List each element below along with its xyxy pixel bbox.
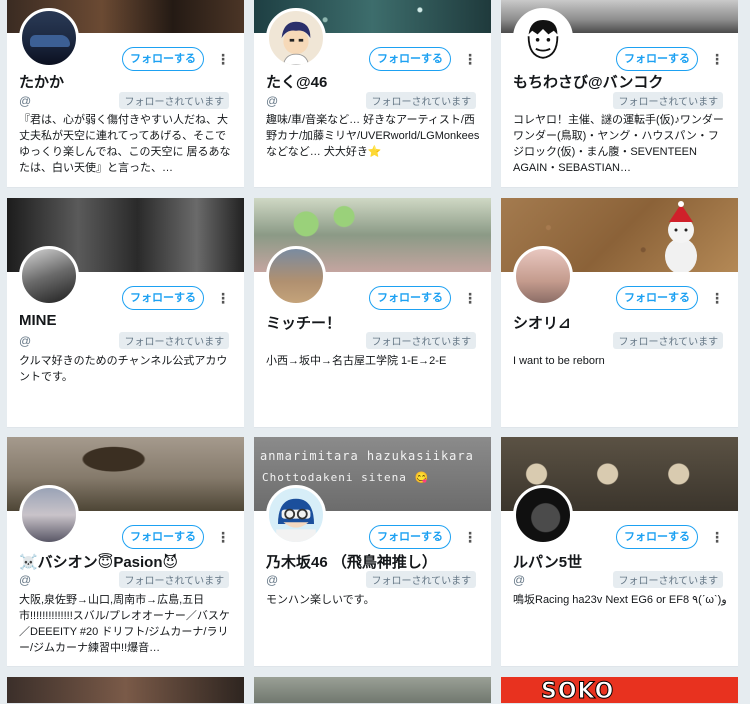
more-options-icon[interactable]: [710, 528, 718, 546]
user-card[interactable]: anmarimitara hazukasiikara Chottodakeni …: [254, 437, 491, 667]
bio: I want to be reborn: [513, 355, 605, 367]
display-name[interactable]: もちわさび@バンコク: [513, 71, 663, 92]
follows-you-badge: フォローされています: [119, 571, 230, 589]
more-options-icon[interactable]: [216, 50, 224, 68]
display-name[interactable]: たかか: [19, 71, 64, 92]
profile-avatar[interactable]: [266, 485, 326, 545]
display-name[interactable]: MINE: [19, 312, 57, 329]
bio: コレヤロ！主催、謎の運転手(仮)♪ワンダーワンダー(鳥取)・ヤング・ハウスパン・…: [513, 114, 724, 174]
banner-text: anmarimitara hazukasiikara: [260, 449, 474, 463]
doraemon-icon: [276, 498, 316, 542]
display-name[interactable]: ☠️バシオン😇Pasion😈: [19, 551, 178, 572]
follows-you-badge: フォローされています: [613, 571, 724, 589]
follows-you-badge: フォローされています: [119, 92, 230, 110]
profile-avatar[interactable]: [19, 485, 79, 545]
user-card[interactable]: フォローする もちわさび@バンコク フォローされています コレヤロ！主催、謎の運…: [501, 0, 738, 188]
face-drawing-icon: [527, 20, 559, 59]
more-options-icon[interactable]: [710, 289, 718, 307]
user-card[interactable]: フォローする シオリ⊿ フォローされています I want to be rebo…: [501, 198, 738, 428]
handle-row: フォローされています: [513, 332, 728, 350]
handle: @: [19, 572, 32, 587]
more-options-icon[interactable]: [216, 528, 224, 546]
profile-banner: [7, 677, 244, 703]
profile-banner: SOKO: [501, 677, 738, 704]
handle-row: @ フォローされています: [19, 571, 234, 589]
bio: 鳴坂Racing ha23v Next EG6 or EF8 ٩(ˊωˋ)و: [513, 594, 727, 606]
handle-row: @ フォローされています: [266, 571, 481, 589]
more-options-icon[interactable]: [463, 50, 471, 68]
profile-avatar[interactable]: [513, 246, 573, 306]
handle-row: フォローされています: [513, 92, 728, 110]
user-card[interactable]: フォローする ルパン5世 @ フォローされています 鳴坂Racing ha23v…: [501, 437, 738, 667]
anime-boy-icon: [281, 21, 311, 65]
user-card[interactable]: [7, 677, 244, 704]
display-name[interactable]: たく@46: [266, 71, 327, 92]
profile-avatar[interactable]: [266, 246, 326, 306]
handle-row: @ フォローされています: [19, 92, 234, 110]
follows-you-badge: フォローされています: [366, 92, 477, 110]
user-card[interactable]: SOKO: [501, 677, 738, 704]
follows-you-badge: フォローされています: [366, 332, 477, 350]
handle-row: フォローされています: [266, 332, 481, 350]
bio: 趣味/車/音楽など… 好きなアーティスト/西野カナ/加藤ミリヤ/UVERworl…: [266, 114, 480, 158]
handle-row: @ フォローされています: [19, 332, 234, 350]
handle-row: @ フォローされています: [513, 571, 728, 589]
user-card[interactable]: フォローする たく@46 @ フォローされています 趣味/車/音楽など… 好きな…: [254, 0, 491, 188]
user-card[interactable]: フォローする ミッチー！ フォローされています 小西→坂中→名古屋工学院 1-E…: [254, 198, 491, 428]
more-options-icon[interactable]: [216, 289, 224, 307]
follow-button[interactable]: フォローする: [616, 525, 698, 549]
profile-avatar[interactable]: [266, 8, 326, 68]
display-name[interactable]: ルパン5世: [513, 551, 582, 572]
follow-button[interactable]: フォローする: [369, 286, 451, 310]
user-card[interactable]: フォローする MINE @ フォローされています クルマ好きのためのチャンネル公…: [7, 198, 244, 428]
follows-you-badge: フォローされています: [613, 332, 724, 350]
handle-row: @ フォローされています: [266, 92, 481, 110]
bio: クルマ好きのためのチャンネル公式アカウントです。: [19, 355, 228, 383]
profile-avatar[interactable]: [513, 485, 573, 545]
banner-logo: SOKO: [540, 679, 615, 704]
display-name[interactable]: 乃木坂46 （飛鳥神推し）: [266, 551, 437, 572]
bio: 小西→坂中→名古屋工学院 1-E→2-E: [266, 355, 447, 367]
handle: @: [19, 93, 32, 108]
bio: 大阪,泉佐野→山口,周南市→広島,五日市!!!!!!!!!!!!!!スバル/プレ…: [19, 594, 230, 654]
follow-button[interactable]: フォローする: [369, 47, 451, 71]
profile-avatar[interactable]: [513, 8, 573, 68]
follow-button[interactable]: フォローする: [122, 47, 204, 71]
follow-button[interactable]: フォローする: [369, 525, 451, 549]
handle: @: [266, 93, 279, 108]
profile-avatar[interactable]: [19, 8, 79, 68]
follows-you-badge: フォローされています: [613, 92, 724, 110]
more-options-icon[interactable]: [710, 50, 718, 68]
handle: @: [266, 572, 279, 587]
user-card[interactable]: [254, 677, 491, 704]
profile-banner: [254, 677, 491, 703]
display-name[interactable]: シオリ⊿: [513, 312, 571, 333]
handle: @: [513, 572, 526, 587]
bio: モンハン楽しいです。: [266, 594, 375, 606]
follow-button[interactable]: フォローする: [616, 47, 698, 71]
follow-button[interactable]: フォローする: [122, 286, 204, 310]
profile-avatar[interactable]: [19, 246, 79, 306]
follows-you-badge: フォローされています: [119, 332, 230, 350]
more-options-icon[interactable]: [463, 528, 471, 546]
handle: @: [19, 333, 32, 348]
follow-button[interactable]: フォローする: [616, 286, 698, 310]
follows-you-badge: フォローされています: [366, 571, 477, 589]
user-card[interactable]: フォローする たかか @ フォローされています 『君は、心が弱く傷付きやすい人だ…: [7, 0, 244, 188]
display-name[interactable]: ミッチー！: [266, 312, 341, 333]
follow-button[interactable]: フォローする: [122, 525, 204, 549]
bio: 『君は、心が弱く傷付きやすい人だね、大丈夫私が天空に連れてってあげる、そこでゆっ…: [19, 114, 231, 174]
user-card[interactable]: フォローする ☠️バシオン😇Pasion😈 @ フォローされています 大阪,泉佐…: [7, 437, 244, 667]
banner-text: Chottodakeni sitena 😋: [262, 471, 430, 484]
more-options-icon[interactable]: [463, 289, 471, 307]
